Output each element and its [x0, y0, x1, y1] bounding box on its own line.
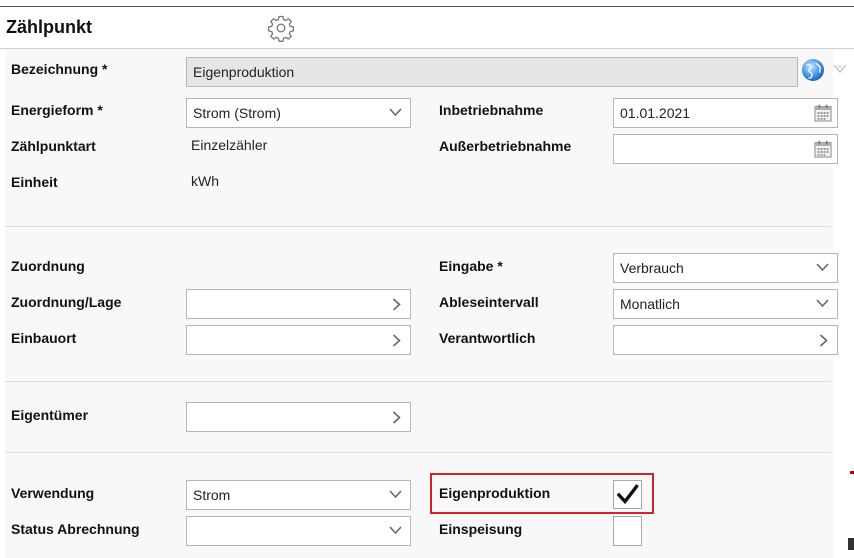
energieform-value: Strom (Strom)	[193, 105, 281, 121]
header-bar	[0, 7, 854, 48]
ableseintervall-value: Monatlich	[620, 296, 680, 312]
eingabe-label: Eingabe *	[439, 258, 503, 274]
inbetriebnahme-value: 01.01.2021	[620, 105, 691, 121]
energieform-select[interactable]: Strom (Strom)	[186, 98, 411, 128]
section-divider	[5, 226, 831, 227]
verwendung-select[interactable]: Strom	[186, 480, 411, 510]
globe-icon[interactable]	[801, 58, 825, 82]
status-abrechnung-select[interactable]	[186, 516, 411, 546]
eigentuemer-label: Eigentümer	[11, 407, 89, 423]
einbauort-lookup[interactable]	[186, 325, 411, 355]
page-title: Zählpunkt	[6, 17, 92, 37]
status-abrechnung-label: Status Abrechnung	[11, 521, 140, 537]
menu-triangle-icon[interactable]	[833, 64, 847, 74]
inbetriebnahme-label: Inbetriebnahme	[439, 102, 544, 118]
zuordnung-lage-label: Zuordnung/Lage	[11, 294, 122, 310]
verwendung-label: Verwendung	[11, 485, 95, 501]
zuordnung-lage-lookup[interactable]	[186, 289, 411, 319]
ausserbetriebnahme-label: Außerbetriebnahme	[439, 138, 572, 154]
ausserbetriebnahme-date-input[interactable]	[613, 134, 838, 164]
einheit-label: Einheit	[11, 174, 58, 190]
chevron-down-icon	[816, 263, 829, 272]
chevron-down-icon	[389, 108, 402, 117]
edge-mark	[848, 538, 854, 550]
inbetriebnahme-date-input[interactable]: 01.01.2021	[613, 98, 838, 128]
gear-icon[interactable]	[267, 14, 295, 42]
eingabe-select[interactable]: Verbrauch	[613, 253, 838, 283]
section-divider	[5, 381, 831, 382]
calendar-icon[interactable]	[814, 104, 832, 122]
einheit-value: kWh	[191, 173, 219, 189]
verwendung-value: Strom	[193, 487, 231, 503]
highlight-box	[430, 473, 654, 514]
bezeichnung-label: Bezeichnung *	[11, 61, 108, 77]
verantwortlich-label: Verantwortlich	[439, 330, 536, 346]
zaehlpunktart-label: Zählpunktart	[11, 138, 96, 154]
chevron-right-icon	[392, 298, 401, 311]
zaehlpunktart-value: Einzelzähler	[191, 137, 268, 153]
einspeisung-checkbox[interactable]	[613, 516, 642, 546]
chevron-down-icon	[389, 490, 402, 499]
edge-mark	[850, 471, 854, 474]
chevron-right-icon	[392, 334, 401, 347]
bezeichnung-field[interactable]: Eigenproduktion	[186, 57, 798, 87]
eingabe-value: Verbrauch	[620, 260, 684, 276]
einspeisung-label: Einspeisung	[439, 521, 523, 537]
ableseintervall-select[interactable]: Monatlich	[613, 289, 838, 319]
chevron-right-icon	[819, 334, 828, 347]
einbauort-label: Einbauort	[11, 330, 77, 346]
calendar-icon[interactable]	[814, 140, 832, 158]
verantwortlich-lookup[interactable]	[613, 325, 838, 355]
chevron-right-icon	[392, 411, 401, 424]
eigentuemer-lookup[interactable]	[186, 402, 411, 432]
energieform-label: Energieform *	[11, 102, 103, 118]
chevron-down-icon	[389, 526, 402, 535]
section-divider	[5, 452, 831, 453]
ableseintervall-label: Ableseintervall	[439, 294, 539, 310]
zuordnung-label: Zuordnung	[11, 258, 85, 274]
chevron-down-icon	[816, 299, 829, 308]
